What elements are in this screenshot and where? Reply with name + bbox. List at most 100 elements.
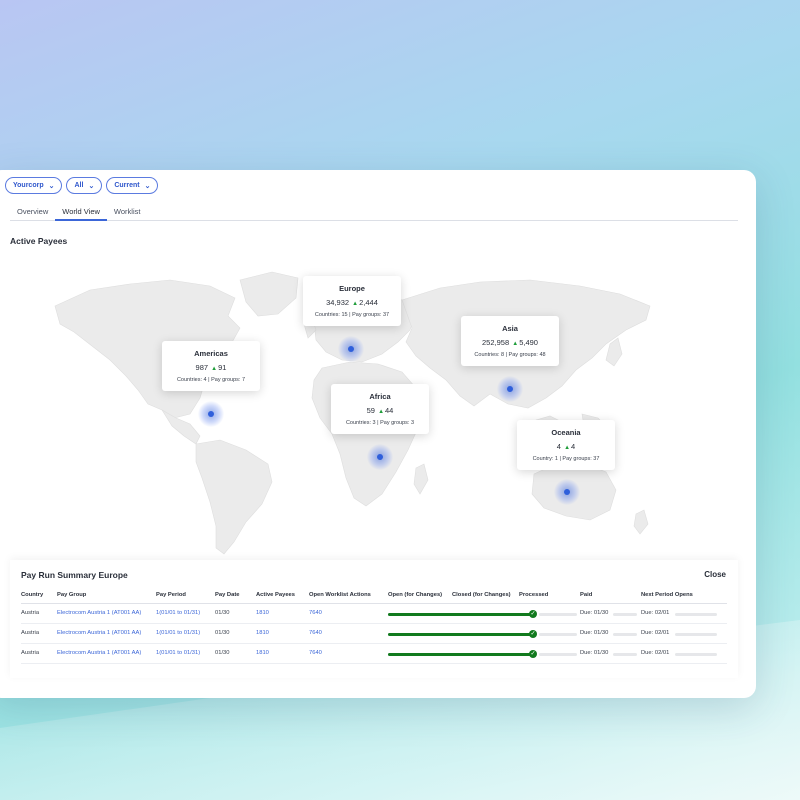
payee-count: 4	[556, 442, 561, 451]
col-header-open-changes: Open (for Changes)	[388, 592, 443, 598]
summary-title: Pay Run Summary Europe	[21, 570, 128, 580]
americas-marker[interactable]	[198, 401, 224, 427]
payee-delta: 44	[385, 406, 394, 415]
pay-period-link[interactable]: 1(01/01 to 01/31)	[156, 630, 200, 636]
chevron-down-icon: ⌄	[48, 182, 55, 190]
region-value: 987 ▲91	[162, 363, 260, 372]
table-row[interactable]: Austria Electrocom Austria 1 (AT001 AA) …	[10, 604, 738, 624]
region-details: Countries: 4 | Pay groups: 7	[176, 377, 246, 383]
country-cell: Austria	[21, 610, 40, 616]
paid-due-cell: Due: 01/30	[580, 650, 609, 656]
oceania-marker[interactable]	[554, 479, 580, 505]
region-name: Americas	[194, 349, 228, 358]
pay-group-link[interactable]: Electrocom Austria 1 (AT001 AA)	[57, 650, 141, 656]
pay-date-cell: 01/30	[215, 610, 230, 616]
dashboard-card: Yourcorp ⌄ All ⌄ Current ⌄ Overview Worl…	[0, 170, 756, 698]
marker-dot	[507, 386, 513, 392]
period-filter[interactable]: Current ⌄	[106, 177, 159, 194]
country-cell: Austria	[21, 630, 40, 636]
pay-period-link[interactable]: 1(01/01 to 01/31)	[156, 650, 200, 656]
pay-date-cell: 01/30	[215, 630, 230, 636]
region-value: 252,958 ▲5,490	[461, 338, 559, 347]
americas-tooltip: Americas 987 ▲91 Countries: 4 | Pay grou…	[162, 341, 260, 391]
paid-track	[613, 653, 637, 656]
marker-dot	[564, 489, 570, 495]
up-arrow-icon: ▲	[564, 445, 571, 451]
progress-track	[388, 653, 533, 656]
payee-count: 252,958	[482, 338, 510, 347]
worklist-link[interactable]: 7640	[309, 650, 322, 656]
tab-overview[interactable]: Overview	[10, 203, 55, 221]
col-header-closed-changes: Closed (for Changes)	[452, 592, 511, 598]
marker-dot	[348, 346, 354, 352]
col-header-pay-group: Pay Group	[57, 592, 87, 598]
col-header-paid: Paid	[580, 592, 593, 598]
progress-fill	[388, 653, 533, 656]
progress-track	[388, 613, 533, 616]
payee-delta: 2,444	[359, 298, 378, 307]
scope-filter[interactable]: All ⌄	[66, 177, 103, 194]
active-payees-link[interactable]: 1810	[256, 630, 269, 636]
region-details: Country: 1 | Pay groups: 37	[532, 456, 600, 462]
col-header-pay-period: Pay Period	[156, 592, 186, 598]
active-payees-link[interactable]: 1810	[256, 610, 269, 616]
up-arrow-icon: ▲	[512, 341, 519, 347]
tab-worklist[interactable]: Worklist	[107, 203, 148, 221]
table-row[interactable]: Austria Electrocom Austria 1 (AT001 AA) …	[10, 644, 738, 664]
payee-count: 34,932	[326, 298, 350, 307]
asia-marker[interactable]	[497, 376, 523, 402]
africa-marker[interactable]	[367, 444, 393, 470]
row-divider	[21, 663, 727, 664]
next-period-track	[675, 653, 717, 656]
region-name: Africa	[369, 392, 391, 401]
pay-period-link[interactable]: 1(01/01 to 01/31)	[156, 610, 200, 616]
payee-delta: 91	[218, 363, 227, 372]
col-header-country: Country	[21, 592, 44, 598]
payee-count: 59	[366, 406, 375, 415]
check-icon: ✓	[529, 610, 537, 618]
region-details: Countries: 15 | Pay groups: 37	[314, 312, 390, 318]
tab-world-view[interactable]: World View	[55, 203, 107, 221]
progress-track	[388, 633, 533, 636]
region-name: Asia	[502, 324, 518, 333]
marker-dot	[208, 411, 214, 417]
check-icon: ✓	[529, 650, 537, 658]
pay-group-link[interactable]: Electrocom Austria 1 (AT001 AA)	[57, 610, 141, 616]
close-button[interactable]: Close	[704, 570, 726, 579]
active-payees-link[interactable]: 1810	[256, 650, 269, 656]
region-name: Europe	[339, 284, 365, 293]
table-row[interactable]: Austria Electrocom Austria 1 (AT001 AA) …	[10, 624, 738, 644]
company-filter[interactable]: Yourcorp ⌄	[5, 177, 63, 194]
oceania-tooltip: Oceania 4 ▲4 Country: 1 | Pay groups: 37	[517, 420, 615, 470]
scope-filter-label: All	[74, 182, 84, 189]
worklist-link[interactable]: 7640	[309, 610, 322, 616]
paid-due-cell: Due: 01/30	[580, 610, 609, 616]
col-header-next-period: Next Period Opens	[641, 592, 693, 598]
country-cell: Austria	[21, 650, 40, 656]
europe-tooltip: Europe 34,932 ▲2,444 Countries: 15 | Pay…	[303, 276, 401, 326]
worklist-link[interactable]: 7640	[309, 630, 322, 636]
payee-delta: 4	[571, 442, 576, 451]
paid-track	[613, 613, 637, 616]
region-value: 4 ▲4	[517, 442, 615, 451]
up-arrow-icon: ▲	[352, 301, 359, 307]
europe-marker[interactable]	[338, 336, 364, 362]
pay-run-summary-panel: Pay Run Summary Europe Close Country Pay…	[10, 560, 738, 678]
paid-due-cell: Due: 01/30	[580, 630, 609, 636]
region-details: Countries: 8 | Pay groups: 48	[474, 352, 546, 358]
region-value: 59 ▲44	[331, 406, 429, 415]
pay-group-link[interactable]: Electrocom Austria 1 (AT001 AA)	[57, 630, 141, 636]
progress-fill	[388, 633, 533, 636]
col-header-active-payees: Active Payees	[256, 592, 295, 598]
view-tabs: Overview World View Worklist	[10, 203, 738, 221]
payee-delta: 5,490	[519, 338, 538, 347]
paid-track	[613, 633, 637, 636]
chevron-down-icon: ⌄	[144, 182, 151, 190]
region-value: 34,932 ▲2,444	[303, 298, 401, 307]
next-period-track	[675, 613, 717, 616]
next-period-cell: Due: 02/01	[641, 650, 670, 656]
marker-dot	[377, 454, 383, 460]
col-header-processed: Processed	[519, 592, 549, 598]
pay-date-cell: 01/30	[215, 650, 230, 656]
asia-tooltip: Asia 252,958 ▲5,490 Countries: 8 | Pay g…	[461, 316, 559, 366]
